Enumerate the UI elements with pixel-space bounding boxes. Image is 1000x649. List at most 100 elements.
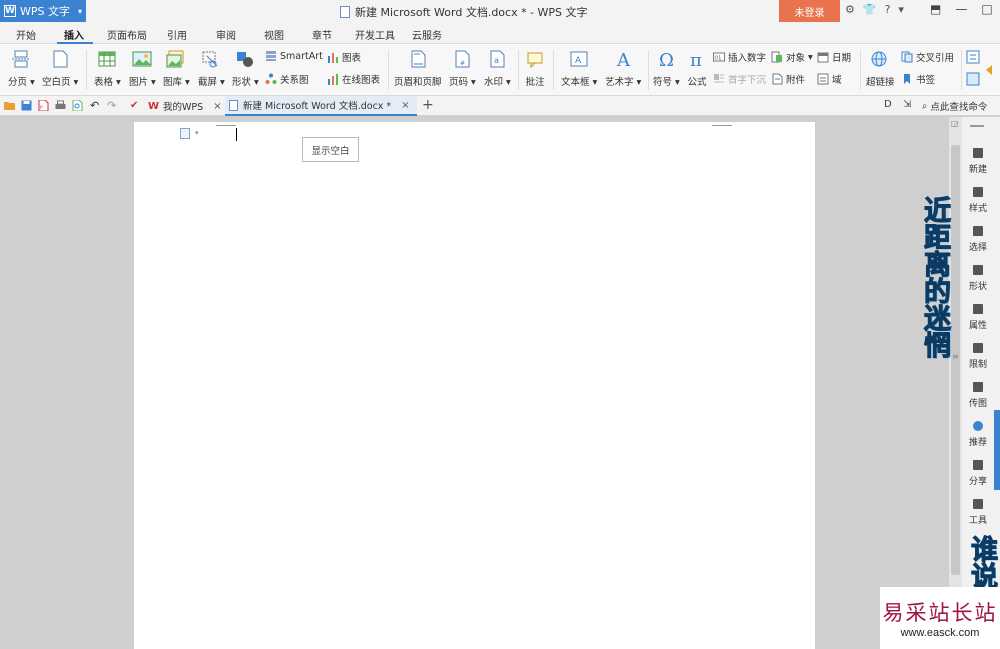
show-blank-tooltip[interactable]: 显示空白 [302,137,359,162]
pane-item-style[interactable]: 样式 [962,187,994,214]
pane-item-label: 限制 [968,360,987,370]
splitter-grip-icon[interactable]: ≡ [952,352,959,361]
tab-page-layout[interactable]: 页面布局 [107,27,147,42]
hyperlink-button[interactable]: 超链接 [866,50,895,88]
watermark-button[interactable]: a 水印 ▾ [484,50,511,88]
new-tab-button[interactable]: + [422,97,434,113]
more-options-icon[interactable] [966,72,980,86]
drop-cap-button[interactable]: 首字下沉 [713,72,766,86]
shapes-label: 形状 [232,77,252,88]
equation-button[interactable]: π 公式 [687,50,707,88]
object-button[interactable]: 对象 ▾ [771,50,813,64]
document-page[interactable] [134,122,815,649]
tab-current-document[interactable]: 新建 Microsoft Word 文档.docx * × [225,96,417,116]
print-icon[interactable] [55,100,66,111]
header-footer-button[interactable]: 页眉和页脚 [394,50,442,88]
tab-home[interactable]: 开始 [16,27,36,42]
tab-my-wps[interactable]: W 我的WPS × [146,96,228,116]
share-doc-icon[interactable]: ⇲ [903,99,911,110]
doc-helper-icon[interactable]: D [884,99,892,110]
attachment-icon [772,73,783,85]
wps-w-icon: W [148,100,160,112]
save-icon[interactable] [21,100,32,111]
watermark-label: 水印 [484,77,504,88]
smartart-button[interactable]: SmartArt [265,50,323,62]
undo-icon[interactable]: ↶ [90,100,101,111]
tab-insert[interactable]: 插入 [64,27,84,42]
command-search[interactable]: ⌕ 点此查找命令 [922,99,988,114]
pane-item-restrict[interactable]: 限制 [962,343,994,370]
paste-options-icon[interactable] [180,128,190,139]
customize-toolbar-icon[interactable]: ✔ [130,100,141,111]
export-pdf-icon[interactable]: P [38,100,49,111]
comment-button[interactable]: 批注 [525,50,545,88]
pane-item-tools[interactable]: 工具 [962,499,994,526]
gallery-button[interactable]: 图库 ▾ [163,50,190,88]
page-break-label: 分页 [8,77,28,88]
chevron-down-icon[interactable]: ▾ [898,3,904,16]
more-tools-icon[interactable] [966,50,980,64]
bookmark-button[interactable]: 书签 [901,72,935,86]
text-box-button[interactable]: A 文本框 ▾ [561,50,597,88]
print-preview-icon[interactable] [72,100,83,111]
pane-expand-handle[interactable] [994,410,1000,490]
document-icon [340,6,350,18]
redo-icon[interactable]: ↷ [107,100,118,111]
date-label: 日期 [832,53,852,64]
pane-item-recommend[interactable]: 推荐 [962,421,994,448]
tab-view[interactable]: 视图 [264,27,284,42]
tab-cloud[interactable]: 云服务 [412,27,442,42]
shapes-button[interactable]: 形状 ▾ [232,50,259,88]
pane-item-new[interactable]: 新建 [962,148,994,175]
symbol-button[interactable]: Ω 符号 ▾ [653,50,680,88]
cross-reference-icon [901,51,913,63]
page-number-button[interactable]: # 页码 ▾ [449,50,476,88]
login-button[interactable]: 未登录 [779,0,840,22]
open-folder-icon[interactable] [4,100,15,111]
pane-item-properties[interactable]: 属性 [962,304,994,331]
insert-number-button[interactable]: 01 插入数字 [713,50,766,64]
relationship-chart-button[interactable]: 关系图 [265,72,309,86]
skin-icon[interactable]: 👕 [863,3,877,16]
close-tab-icon[interactable]: × [213,101,221,112]
word-art-button[interactable]: A 艺术字 ▾ [605,50,641,88]
svg-text:#: # [460,60,465,67]
restore-ribbon-icon[interactable]: ⬒ [930,2,941,16]
picture-button[interactable]: 图片 ▾ [129,50,156,88]
settings-icon[interactable]: ⚙ [845,3,855,16]
minimize-button[interactable]: — [955,2,967,16]
tab-developer[interactable]: 开发工具 [355,27,395,42]
cross-reference-button[interactable]: 交叉引用 [901,50,954,64]
chart-button[interactable]: 图表 [327,50,361,64]
tab-chapter[interactable]: 章节 [312,27,332,42]
pane-item-shape[interactable]: 形状 [962,265,994,292]
pane-item-select[interactable]: 选择 [962,226,994,253]
restrict-icon [973,343,983,353]
tab-references[interactable]: 引用 [167,27,187,42]
attachment-button[interactable]: 附件 [771,72,805,86]
tab-review[interactable]: 审阅 [216,27,236,42]
gallery-icon [166,50,184,68]
table-icon [98,51,116,67]
collapse-pane-icon[interactable] [970,125,984,127]
pane-item-upload-image[interactable]: 传图 [962,382,994,409]
command-search-label: 点此查找命令 [930,102,988,113]
field-button[interactable]: 域 [817,72,842,86]
screenshot-button[interactable]: 截屏 ▾ [198,50,225,88]
object-label: 对象 [786,53,806,64]
page-break-button[interactable]: 分页 ▾ [8,50,35,88]
pane-item-share[interactable]: 分享 [962,460,994,487]
page-number-label: 页码 [449,77,469,88]
date-button[interactable]: 日期 [817,50,851,64]
help-icon[interactable]: ? [885,3,891,16]
app-menu-button[interactable]: W WPS 文字 ▾ [0,0,86,22]
blank-page-button[interactable]: 空白页 ▾ [42,50,78,88]
chevron-down-icon[interactable]: ▾ [195,129,199,137]
online-chart-button[interactable]: 在线图表 [327,72,380,86]
search-icon: ⌕ [922,100,928,112]
close-tab-icon[interactable]: × [401,100,409,111]
maximize-button[interactable]: □ [981,2,992,16]
ribbon-scroll-left-icon[interactable] [984,64,994,76]
scroll-top-icon[interactable]: ◲ [951,119,959,128]
table-button[interactable]: 表格 ▾ [94,50,121,88]
